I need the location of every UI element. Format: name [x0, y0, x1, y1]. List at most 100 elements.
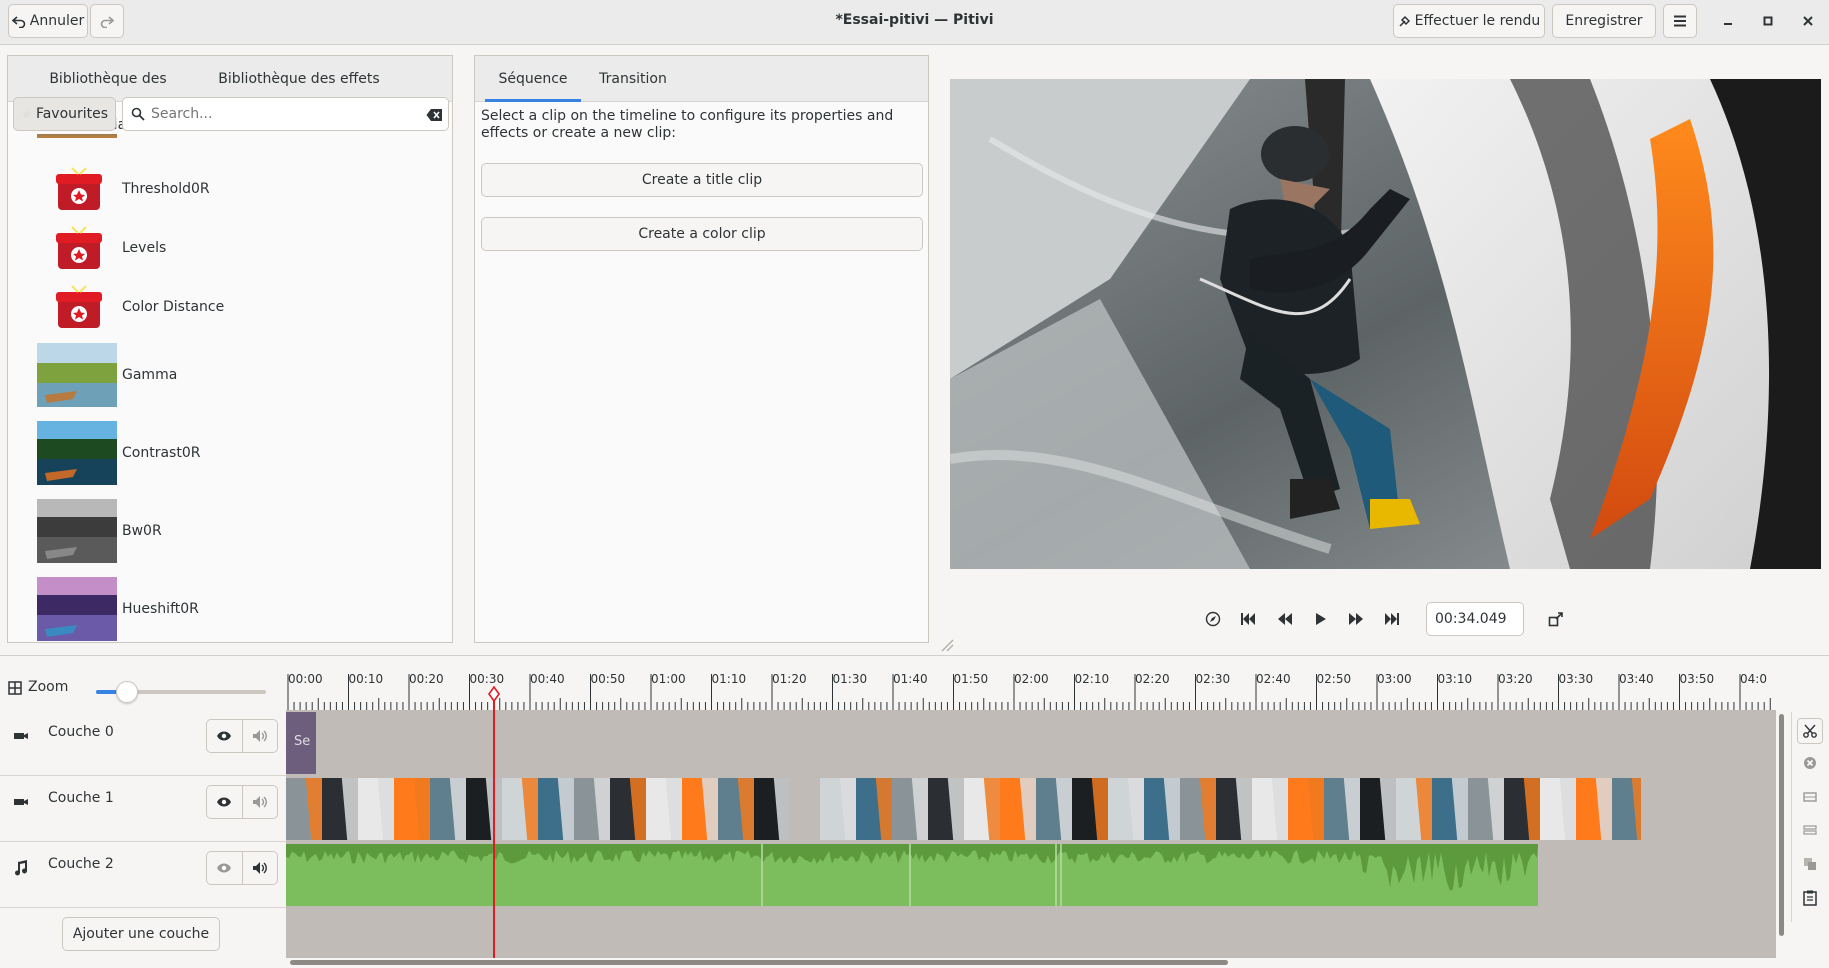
- partial-thumb: [37, 134, 117, 138]
- ruler-tick-label: 04:0: [1740, 672, 1767, 686]
- add-layer-button[interactable]: Ajouter une couche: [62, 917, 220, 951]
- speaker-icon: [252, 730, 267, 742]
- zoom-slider-handle[interactable]: [116, 681, 138, 703]
- tab-effects-library[interactable]: Bibliothèque des effets: [211, 56, 387, 102]
- create-title-clip-button[interactable]: Create a title clip: [481, 163, 923, 197]
- tab-sequence[interactable]: Séquence: [485, 56, 581, 102]
- minimize-icon: [1724, 23, 1732, 25]
- favourites-button[interactable]: Favourites: [13, 97, 116, 131]
- save-button[interactable]: Enregistrer: [1552, 4, 1656, 38]
- ruler-tick-label: 03:40: [1619, 672, 1654, 686]
- fast-forward-icon: [1349, 613, 1363, 625]
- landscape-thumb: [37, 577, 117, 641]
- seek-backward-button[interactable]: [1274, 608, 1296, 630]
- ungroup-clips-button[interactable]: [1797, 817, 1823, 843]
- video-preview: [950, 79, 1821, 569]
- search-input[interactable]: [151, 104, 401, 124]
- skip-end-icon: [1385, 613, 1399, 625]
- ruler-tick-label: 02:40: [1256, 672, 1291, 686]
- ruler-tick-label: 00:30: [469, 672, 505, 686]
- go-to-start-button[interactable]: [1237, 608, 1259, 630]
- eye-icon: [217, 797, 232, 807]
- track-empty-tail: [1641, 776, 1776, 842]
- copy-icon: [1804, 858, 1816, 870]
- track-layer-0[interactable]: Se: [286, 710, 1776, 776]
- clear-search-icon[interactable]: [426, 108, 444, 122]
- mute-toggle[interactable]: [243, 720, 278, 752]
- landscape-thumb: [37, 421, 117, 485]
- layer-name: Couche 1: [48, 790, 114, 806]
- timeline-vertical-scrollbar[interactable]: [1779, 714, 1784, 936]
- visibility-toggle[interactable]: [207, 720, 243, 752]
- ruler-tick-label: 01:30: [832, 672, 868, 686]
- ruler-tick-label: 01:20: [772, 672, 807, 686]
- layer-header-0: Couche 0: [0, 710, 286, 776]
- detach-viewer-button[interactable]: [1545, 608, 1567, 630]
- timecode-value: 00:34.049: [1435, 611, 1507, 627]
- resize-grip-icon[interactable]: [940, 638, 954, 652]
- video-camera-icon: [14, 733, 28, 739]
- visibility-toggle[interactable]: [207, 852, 243, 884]
- clip-properties-hint: Select a clip on the timeline to configu…: [481, 108, 894, 141]
- playhead-marker-icon[interactable]: [488, 686, 500, 702]
- group-clips-button[interactable]: [1797, 784, 1823, 810]
- hamburger-icon: [1674, 15, 1686, 27]
- timeline-divider: [0, 655, 1829, 656]
- ruler-tick-label: 00:50: [590, 672, 626, 686]
- render-button[interactable]: Effectuer le rendu: [1393, 4, 1545, 38]
- paste-clip-button[interactable]: [1797, 885, 1823, 911]
- visibility-toggle[interactable]: [207, 786, 243, 818]
- eye-icon: [217, 731, 232, 741]
- library-tabs: Bibliothèque des médias Bibliothèque des…: [8, 56, 452, 133]
- clip-properties-panel: Séquence Transition Select a clip on the…: [474, 55, 929, 643]
- track-layer-2[interactable]: [286, 842, 1776, 908]
- timeline-horizontal-scrollbar[interactable]: [290, 960, 1228, 965]
- effects-list: Threshold0R Levels Color Distance Gamma …: [8, 134, 452, 642]
- track-layer-1[interactable]: [286, 776, 1776, 842]
- undo-button[interactable]: Annuler: [8, 4, 88, 38]
- ruler-tick-label: 00:40: [530, 672, 565, 686]
- tab-media-library[interactable]: Bibliothèque des médias: [24, 56, 192, 133]
- header-bar: Annuler *Essai-pitivi — Pitivi Effectuer…: [0, 0, 1829, 45]
- go-to-playhead-button[interactable]: [1202, 608, 1224, 630]
- ruler-tick-label: 03:50: [1679, 672, 1715, 686]
- ruler-tick-label: 00:00: [288, 672, 323, 686]
- effects-search-field[interactable]: [122, 97, 449, 131]
- layer-toggles: [206, 719, 278, 753]
- video-clip-thumbnails: [286, 776, 1776, 842]
- split-clip-button[interactable]: [1797, 718, 1823, 744]
- redo-button[interactable]: [90, 4, 124, 38]
- delete-clip-button[interactable]: [1797, 750, 1823, 776]
- play-icon: [1316, 613, 1326, 625]
- zoom-slider[interactable]: [96, 681, 266, 703]
- ruler-tick-label: 03:30: [1558, 672, 1594, 686]
- ruler-tick-label: 01:40: [893, 672, 928, 686]
- close-button[interactable]: [1796, 10, 1820, 32]
- tab-transition[interactable]: Transition: [587, 56, 679, 102]
- speaker-icon: [252, 796, 267, 808]
- copy-clip-button[interactable]: [1797, 851, 1823, 877]
- zoom-control: Zoom: [0, 660, 286, 710]
- seek-forward-button[interactable]: [1345, 608, 1367, 630]
- zoom-fit-icon[interactable]: [8, 681, 22, 695]
- menu-button[interactable]: [1663, 4, 1697, 38]
- playhead-line[interactable]: [493, 692, 495, 958]
- mute-toggle[interactable]: [243, 852, 278, 884]
- compass-icon: [1205, 611, 1221, 627]
- go-to-end-button[interactable]: [1381, 608, 1403, 630]
- ruler-tick-label: 02:50: [1316, 672, 1352, 686]
- gift-icon: [56, 167, 102, 210]
- maximize-button[interactable]: [1756, 10, 1780, 32]
- title-clip-label: Se: [294, 734, 311, 749]
- layer-name: Couche 0: [48, 724, 114, 740]
- minimize-button[interactable]: [1716, 10, 1740, 32]
- audio-clip-waveform[interactable]: [286, 842, 1776, 908]
- maximize-icon: [1763, 16, 1773, 26]
- speaker-icon: [252, 862, 267, 874]
- timecode-field[interactable]: 00:34.049: [1426, 602, 1524, 636]
- title-clip[interactable]: Se: [286, 712, 316, 774]
- group-icon: [1803, 792, 1817, 802]
- mute-toggle[interactable]: [243, 786, 278, 818]
- play-button[interactable]: [1310, 608, 1332, 630]
- create-color-clip-button[interactable]: Create a color clip: [481, 217, 923, 251]
